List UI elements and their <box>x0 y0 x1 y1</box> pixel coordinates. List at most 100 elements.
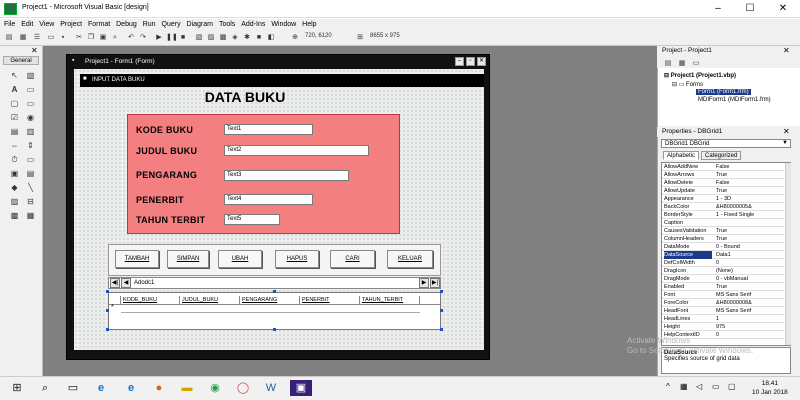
system-clock[interactable]: 18.41 10 Jan 2018 <box>752 379 788 397</box>
close-button[interactable]: ✕ <box>768 0 798 18</box>
property-value[interactable]: True <box>716 171 727 179</box>
property-value[interactable]: (None) <box>716 267 733 275</box>
property-value[interactable]: True <box>716 283 727 291</box>
property-value[interactable]: 0 - Bound <box>716 243 740 251</box>
dbgrid-icon[interactable]: ▦ <box>24 210 37 221</box>
dirlistbox-icon[interactable]: ▣ <box>8 168 21 179</box>
firefox-icon[interactable]: ● <box>150 380 168 396</box>
maximize-button[interactable]: ☐ <box>735 0 765 18</box>
search-icon[interactable]: ⌕ <box>36 380 54 396</box>
close-icon[interactable]: ✕ <box>31 46 38 55</box>
save-icon[interactable]: ▪ <box>58 33 68 43</box>
tab-alphabetic[interactable]: Alphabetic <box>663 151 700 160</box>
image-icon[interactable]: ▨ <box>8 196 21 207</box>
menu-diagram[interactable]: Diagram <box>187 19 213 30</box>
volume-icon[interactable]: ◁ <box>696 382 702 391</box>
keluar-button[interactable]: KELUAR <box>387 250 433 268</box>
component-manager-icon[interactable]: ◧ <box>266 33 276 43</box>
label-icon[interactable]: A <box>8 84 21 95</box>
property-value[interactable]: True <box>716 227 727 235</box>
resize-handle[interactable] <box>106 309 109 312</box>
checkbox-icon[interactable]: ☑ <box>8 112 21 123</box>
grid-header-judul-buku[interactable]: JUDUL_BUKU <box>180 296 240 304</box>
data-view-icon[interactable]: ■ <box>254 33 264 43</box>
view-object-icon[interactable]: ▦ <box>677 59 687 69</box>
timer-icon[interactable]: ⏱ <box>8 154 21 165</box>
drivelistbox-icon[interactable]: ▭ <box>24 154 37 165</box>
move-first-button[interactable]: ◀| <box>110 278 120 288</box>
property-row[interactable]: ColumnHeaders True <box>662 235 784 243</box>
shape-icon[interactable]: ◆ <box>8 182 21 193</box>
tab-categorized[interactable]: Categorized <box>701 151 742 160</box>
menu-format[interactable]: Format <box>88 19 110 30</box>
move-last-button[interactable]: ▶| <box>430 278 440 288</box>
property-row[interactable]: Font MS Sans Serif <box>662 291 784 299</box>
textbox-icon[interactable]: ▭ <box>24 84 37 95</box>
vscrollbar-icon[interactable]: ⇕ <box>24 140 37 151</box>
property-row[interactable]: AllowUpdate True <box>662 187 784 195</box>
tree-collapse-icon[interactable]: ⊟ <box>672 82 677 88</box>
resize-handle[interactable] <box>440 290 443 293</box>
pointer-icon[interactable]: ↖ <box>8 70 21 81</box>
combobox-icon[interactable]: ▤ <box>8 126 21 137</box>
property-row[interactable]: DefColWidth 0 <box>662 259 784 267</box>
frame-icon[interactable]: ▢ <box>8 98 21 109</box>
battery-icon[interactable]: ▭ <box>712 382 720 391</box>
property-value[interactable]: 1 <box>716 315 719 323</box>
ole-icon[interactable]: ▩ <box>8 210 21 221</box>
file-explorer-icon[interactable]: ▬ <box>178 380 196 396</box>
open-icon[interactable]: ▭ <box>46 33 56 43</box>
ie-icon[interactable]: e <box>122 380 140 396</box>
copy-icon[interactable]: ❐ <box>86 33 96 43</box>
property-value[interactable]: MS Sans Serif <box>716 307 751 315</box>
form-close-button[interactable]: ✕ <box>477 57 486 66</box>
tree-forms-folder[interactable]: ⊟ ▭ Forms <box>672 81 703 88</box>
property-row[interactable]: AllowArrows True <box>662 171 784 179</box>
grid-header-kode-buku[interactable]: KODE_BUKU <box>121 296 180 304</box>
properties-icon[interactable]: ▨ <box>206 33 216 43</box>
property-value[interactable]: &H80000008& <box>716 299 752 307</box>
menu-file[interactable]: File <box>4 19 15 30</box>
form-layout-icon[interactable]: ▩ <box>218 33 228 43</box>
chevron-down-icon[interactable]: ▼ <box>782 140 788 146</box>
stop-icon[interactable]: ■ <box>178 33 188 43</box>
property-value[interactable]: False <box>716 163 729 171</box>
object-browser-icon[interactable]: ◈ <box>230 33 240 43</box>
task-view-icon[interactable]: ▭ <box>64 380 82 396</box>
kode-buku-input[interactable]: Text1 <box>224 124 313 135</box>
close-icon[interactable]: ✕ <box>783 46 790 55</box>
picturebox-icon[interactable]: ▧ <box>24 70 37 81</box>
property-value[interactable]: 0 - vbManual <box>716 275 748 283</box>
property-value[interactable]: 1 - 3D <box>716 195 731 203</box>
menu-help[interactable]: Help <box>302 19 316 30</box>
add-form-icon[interactable]: ▦ <box>18 33 28 43</box>
redo-icon[interactable]: ↷ <box>138 33 148 43</box>
filelistbox-icon[interactable]: ▤ <box>24 168 37 179</box>
tree-item-mdiform1[interactable]: MDIForm1 (MDIForm1.frm) <box>696 97 773 103</box>
pengarang-input[interactable]: Text3 <box>224 170 349 181</box>
chevron-up-icon[interactable]: ^ <box>666 382 670 391</box>
close-icon[interactable]: ✕ <box>783 127 790 136</box>
commandbutton-icon[interactable]: ▭ <box>24 98 37 109</box>
resize-handle[interactable] <box>440 328 443 331</box>
resize-handle[interactable] <box>273 290 276 293</box>
cut-icon[interactable]: ✂ <box>74 33 84 43</box>
chrome-icon[interactable]: ◉ <box>206 380 224 396</box>
ubah-button[interactable]: UBAH <box>218 250 262 268</box>
property-value[interactable]: Data1 <box>716 251 731 259</box>
property-value[interactable]: 1 - Fixed Single <box>716 211 754 219</box>
property-row[interactable]: HeadLines 1 <box>662 315 784 323</box>
paste-icon[interactable]: ▣ <box>98 33 108 43</box>
property-row[interactable]: DataMode 0 - Bound <box>662 243 784 251</box>
run-icon[interactable]: ▶ <box>154 33 164 43</box>
menu-tools[interactable]: Tools <box>219 19 235 30</box>
project-explorer-icon[interactable]: ▧ <box>194 33 204 43</box>
property-value[interactable]: &H80000005& <box>716 203 752 211</box>
table-row[interactable] <box>121 304 420 313</box>
minimize-button[interactable]: – <box>703 0 733 18</box>
start-icon[interactable]: ⊞ <box>8 380 26 396</box>
property-row[interactable]: BorderStyle 1 - Fixed Single <box>662 211 784 219</box>
form-minimize-button[interactable]: – <box>455 57 464 66</box>
property-row[interactable]: DragIcon (None) <box>662 267 784 275</box>
hapus-button[interactable]: HAPUS <box>275 250 319 268</box>
